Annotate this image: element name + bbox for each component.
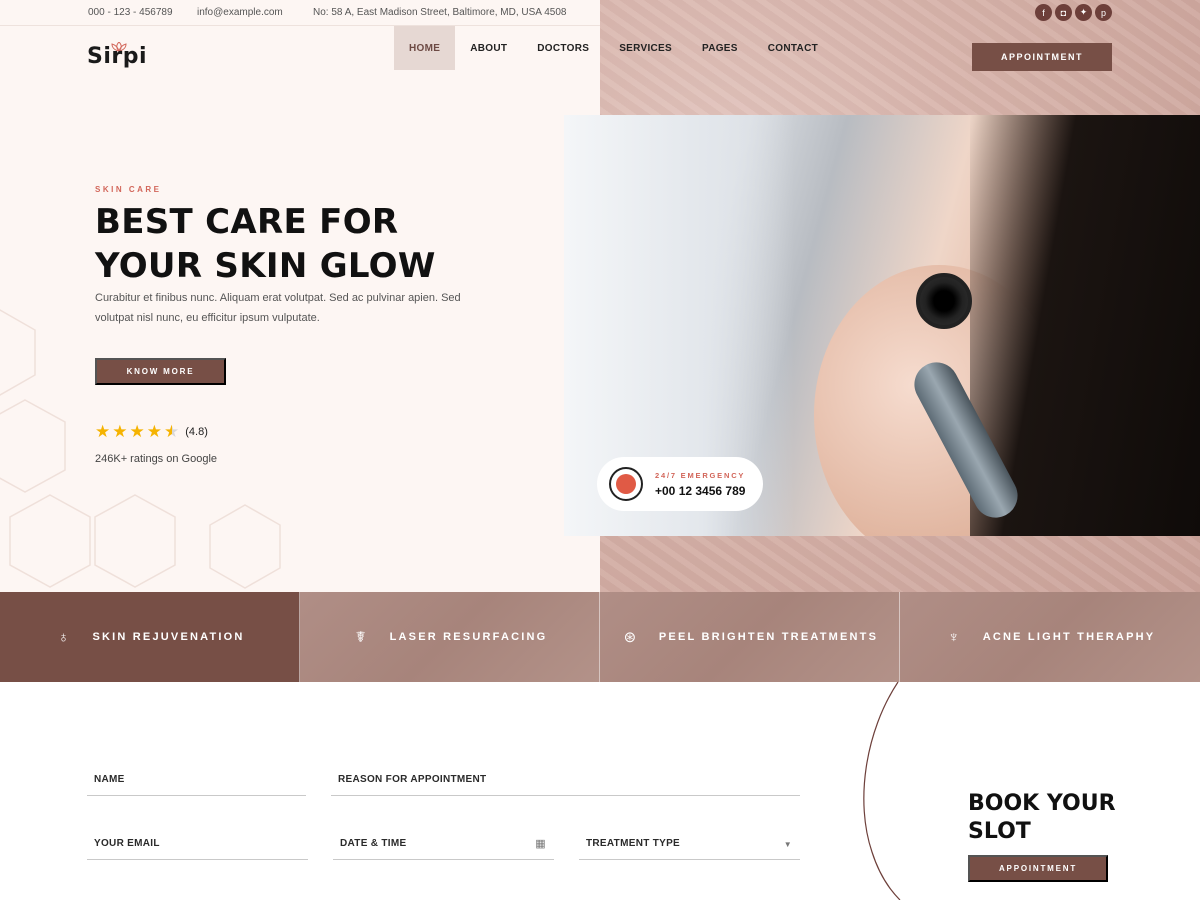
nav-about[interactable]: ABOUT [455, 26, 522, 70]
facebook-icon[interactable]: f [1035, 4, 1052, 21]
service-acne-light[interactable]: ♆ ACNE LIGHT THERAPHY [900, 592, 1200, 682]
date-time-field[interactable]: DATE & TIME ▦ [333, 830, 554, 860]
social-links: f ◘ ✦ p [1035, 4, 1112, 21]
calendar-icon[interactable]: ▦ [535, 837, 546, 850]
hero-title: BEST CARE FOR YOUR SKIN GLOW [95, 200, 515, 288]
email-label: YOUR EMAIL [94, 838, 160, 849]
book-appointment-button[interactable]: APPOINTMENT [968, 855, 1108, 882]
half-star-icon: ★ [164, 422, 180, 441]
email-field[interactable]: YOUR EMAIL [87, 830, 308, 860]
decorative-curve [863, 682, 901, 900]
serum-icon: ♁ [57, 628, 70, 646]
hero-description: Curabitur et finibus nunc. Aliquam erat … [95, 292, 461, 324]
chevron-down-icon[interactable]: ▼ [784, 840, 792, 849]
service-label: PEEL BRIGHTEN TREATMENTS [658, 631, 879, 643]
hero-title-line1: BEST CARE FOR [95, 202, 399, 242]
rating: ★ ★ ★ ★ ★ (4.8) [95, 423, 208, 440]
instagram-icon[interactable]: ◘ [1055, 4, 1072, 21]
star-icon: ★ [129, 422, 145, 441]
acne-icon: ♆ [948, 628, 960, 646]
treatment-type-select[interactable]: TREATMENT TYPE ▼ [579, 830, 800, 860]
twitter-icon[interactable]: ✦ [1075, 4, 1092, 21]
hero-eyebrow: SKIN CARE [95, 185, 162, 194]
name-field[interactable]: NAME [87, 766, 306, 796]
services-band: ♁ SKIN REJUVENATION ☤ LASER RESURFACING … [0, 592, 1200, 682]
main-nav: HOME ABOUT DOCTORS SERVICES PAGES CONTAC… [394, 26, 833, 70]
star-icon: ★ [95, 422, 111, 441]
know-more-button[interactable]: KNOW MORE [95, 358, 226, 385]
rating-note: 246K+ ratings on Google [95, 453, 218, 465]
reason-field[interactable]: REASON FOR APPOINTMENT [331, 766, 800, 796]
topbar-address: No: 58 A, East Madison Street, Baltimore… [313, 7, 567, 18]
laser-icon: ☤ [355, 629, 366, 646]
dermatoscope-lens [916, 273, 972, 329]
emergency-badge[interactable]: 24/7 EMERGENCY +00 12 3456 789 [597, 457, 763, 511]
service-label: ACNE LIGHT THERAPHY [982, 631, 1156, 643]
service-peel-brighten[interactable]: ⊛ PEEL BRIGHTEN TREATMENTS [600, 592, 900, 682]
top-bar: 000 - 123 - 456789 info@example.com No: … [0, 0, 1200, 26]
service-label: SKIN REJUVENATION [92, 631, 245, 643]
name-label: NAME [94, 774, 125, 785]
nav-doctors[interactable]: DOCTORS [522, 26, 604, 70]
topbar-email[interactable]: info@example.com [197, 7, 283, 18]
treatment-type-label: TREATMENT TYPE [586, 838, 681, 849]
emergency-label: 24/7 EMERGENCY [655, 470, 746, 480]
service-laser-resurfacing[interactable]: ☤ LASER RESURFACING [300, 592, 600, 682]
emergency-phone[interactable]: +00 12 3456 789 [655, 484, 745, 498]
reason-label: REASON FOR APPOINTMENT [338, 774, 487, 785]
book-slot-title: BOOK YOUR SLOT [968, 791, 1116, 844]
service-label: LASER RESURFACING [389, 631, 548, 643]
site-logo[interactable]: Sirpi [87, 44, 147, 69]
nav-home[interactable]: HOME [394, 26, 456, 70]
rating-value: (4.8) [185, 425, 208, 438]
date-time-label: DATE & TIME [340, 838, 407, 849]
service-skin-rejuvenation[interactable]: ♁ SKIN REJUVENATION [0, 592, 300, 682]
peel-icon: ⊛ [623, 629, 637, 646]
nav-contact[interactable]: CONTACT [753, 26, 833, 70]
pinterest-icon[interactable]: p [1095, 4, 1112, 21]
header-appointment-button[interactable]: APPOINTMENT [972, 43, 1112, 71]
nav-services[interactable]: SERVICES [604, 26, 687, 70]
star-icon: ★ [112, 422, 128, 441]
star-icon: ★ [146, 422, 162, 441]
nav-pages[interactable]: PAGES [687, 26, 753, 70]
hexagon-pattern [0, 309, 281, 589]
topbar-phone[interactable]: 000 - 123 - 456789 [88, 7, 173, 18]
hero-title-line2: YOUR SKIN GLOW [95, 246, 436, 286]
support-headset-icon [609, 467, 643, 501]
